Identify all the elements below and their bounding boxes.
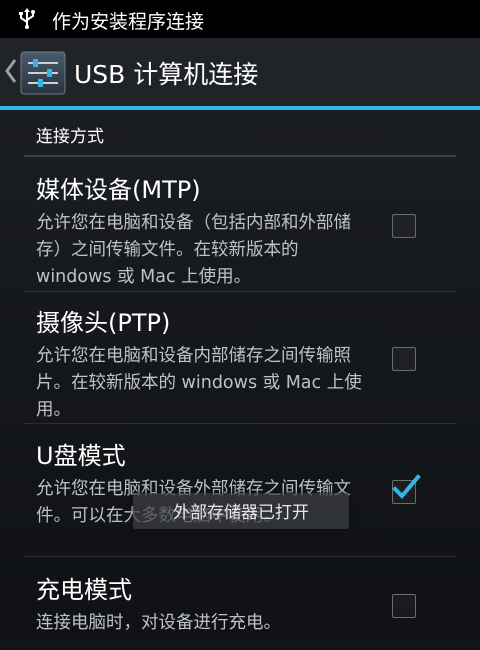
preference-list: 连接方式 媒体设备(MTP) 允许您在电脑和设备（包括内部和外部储存）之间传输文…: [0, 110, 480, 640]
mtp-checkbox[interactable]: [392, 214, 416, 238]
option-charge-only[interactable]: 充电模式 连接电脑时，对设备进行充电。: [0, 570, 480, 650]
status-bar: 作为安装程序连接: [0, 0, 480, 38]
option-title: 摄像头(PTP): [36, 309, 171, 337]
settings-sliders-icon[interactable]: [20, 51, 66, 95]
divider: [24, 423, 456, 424]
divider: [24, 556, 456, 557]
option-summary: 允许您在电脑和设备内部储存之间传输照片。在较新版本的 windows 或 Mac…: [36, 346, 362, 420]
option-summary: 允许您在电脑和设备（包括内部和外部储存）之间传输文件。在较新版本的 window…: [36, 213, 351, 287]
option-title: U盘模式: [36, 442, 126, 470]
toast-message: 外部存储器已打开: [133, 493, 349, 529]
status-notification-text: 作为安装程序连接: [52, 11, 205, 33]
toast-text: 外部存储器已打开: [173, 503, 309, 523]
option-ptp[interactable]: 摄像头(PTP) 允许您在电脑和设备内部储存之间传输照片。在较新版本的 wind…: [0, 303, 480, 423]
action-bar: USB 计算机连接: [0, 38, 480, 106]
category-divider: [24, 155, 456, 157]
checkmark-icon: [392, 474, 421, 499]
usb-storage-checkbox[interactable]: [392, 474, 421, 504]
option-summary: 连接电脑时，对设备进行充电。: [36, 613, 281, 633]
option-title: 充电模式: [36, 576, 132, 604]
page-title: USB 计算机连接: [74, 60, 259, 89]
charge-checkbox[interactable]: [392, 594, 416, 618]
category-header: 连接方式: [36, 127, 104, 147]
chevron-left-icon[interactable]: [4, 56, 18, 86]
option-mtp[interactable]: 媒体设备(MTP) 允许您在电脑和设备（包括内部和外部储存）之间传输文件。在较新…: [0, 170, 480, 290]
ptp-checkbox[interactable]: [392, 347, 416, 371]
usb-icon: [19, 8, 35, 29]
option-title: 媒体设备(MTP): [36, 176, 201, 204]
divider: [24, 291, 456, 292]
